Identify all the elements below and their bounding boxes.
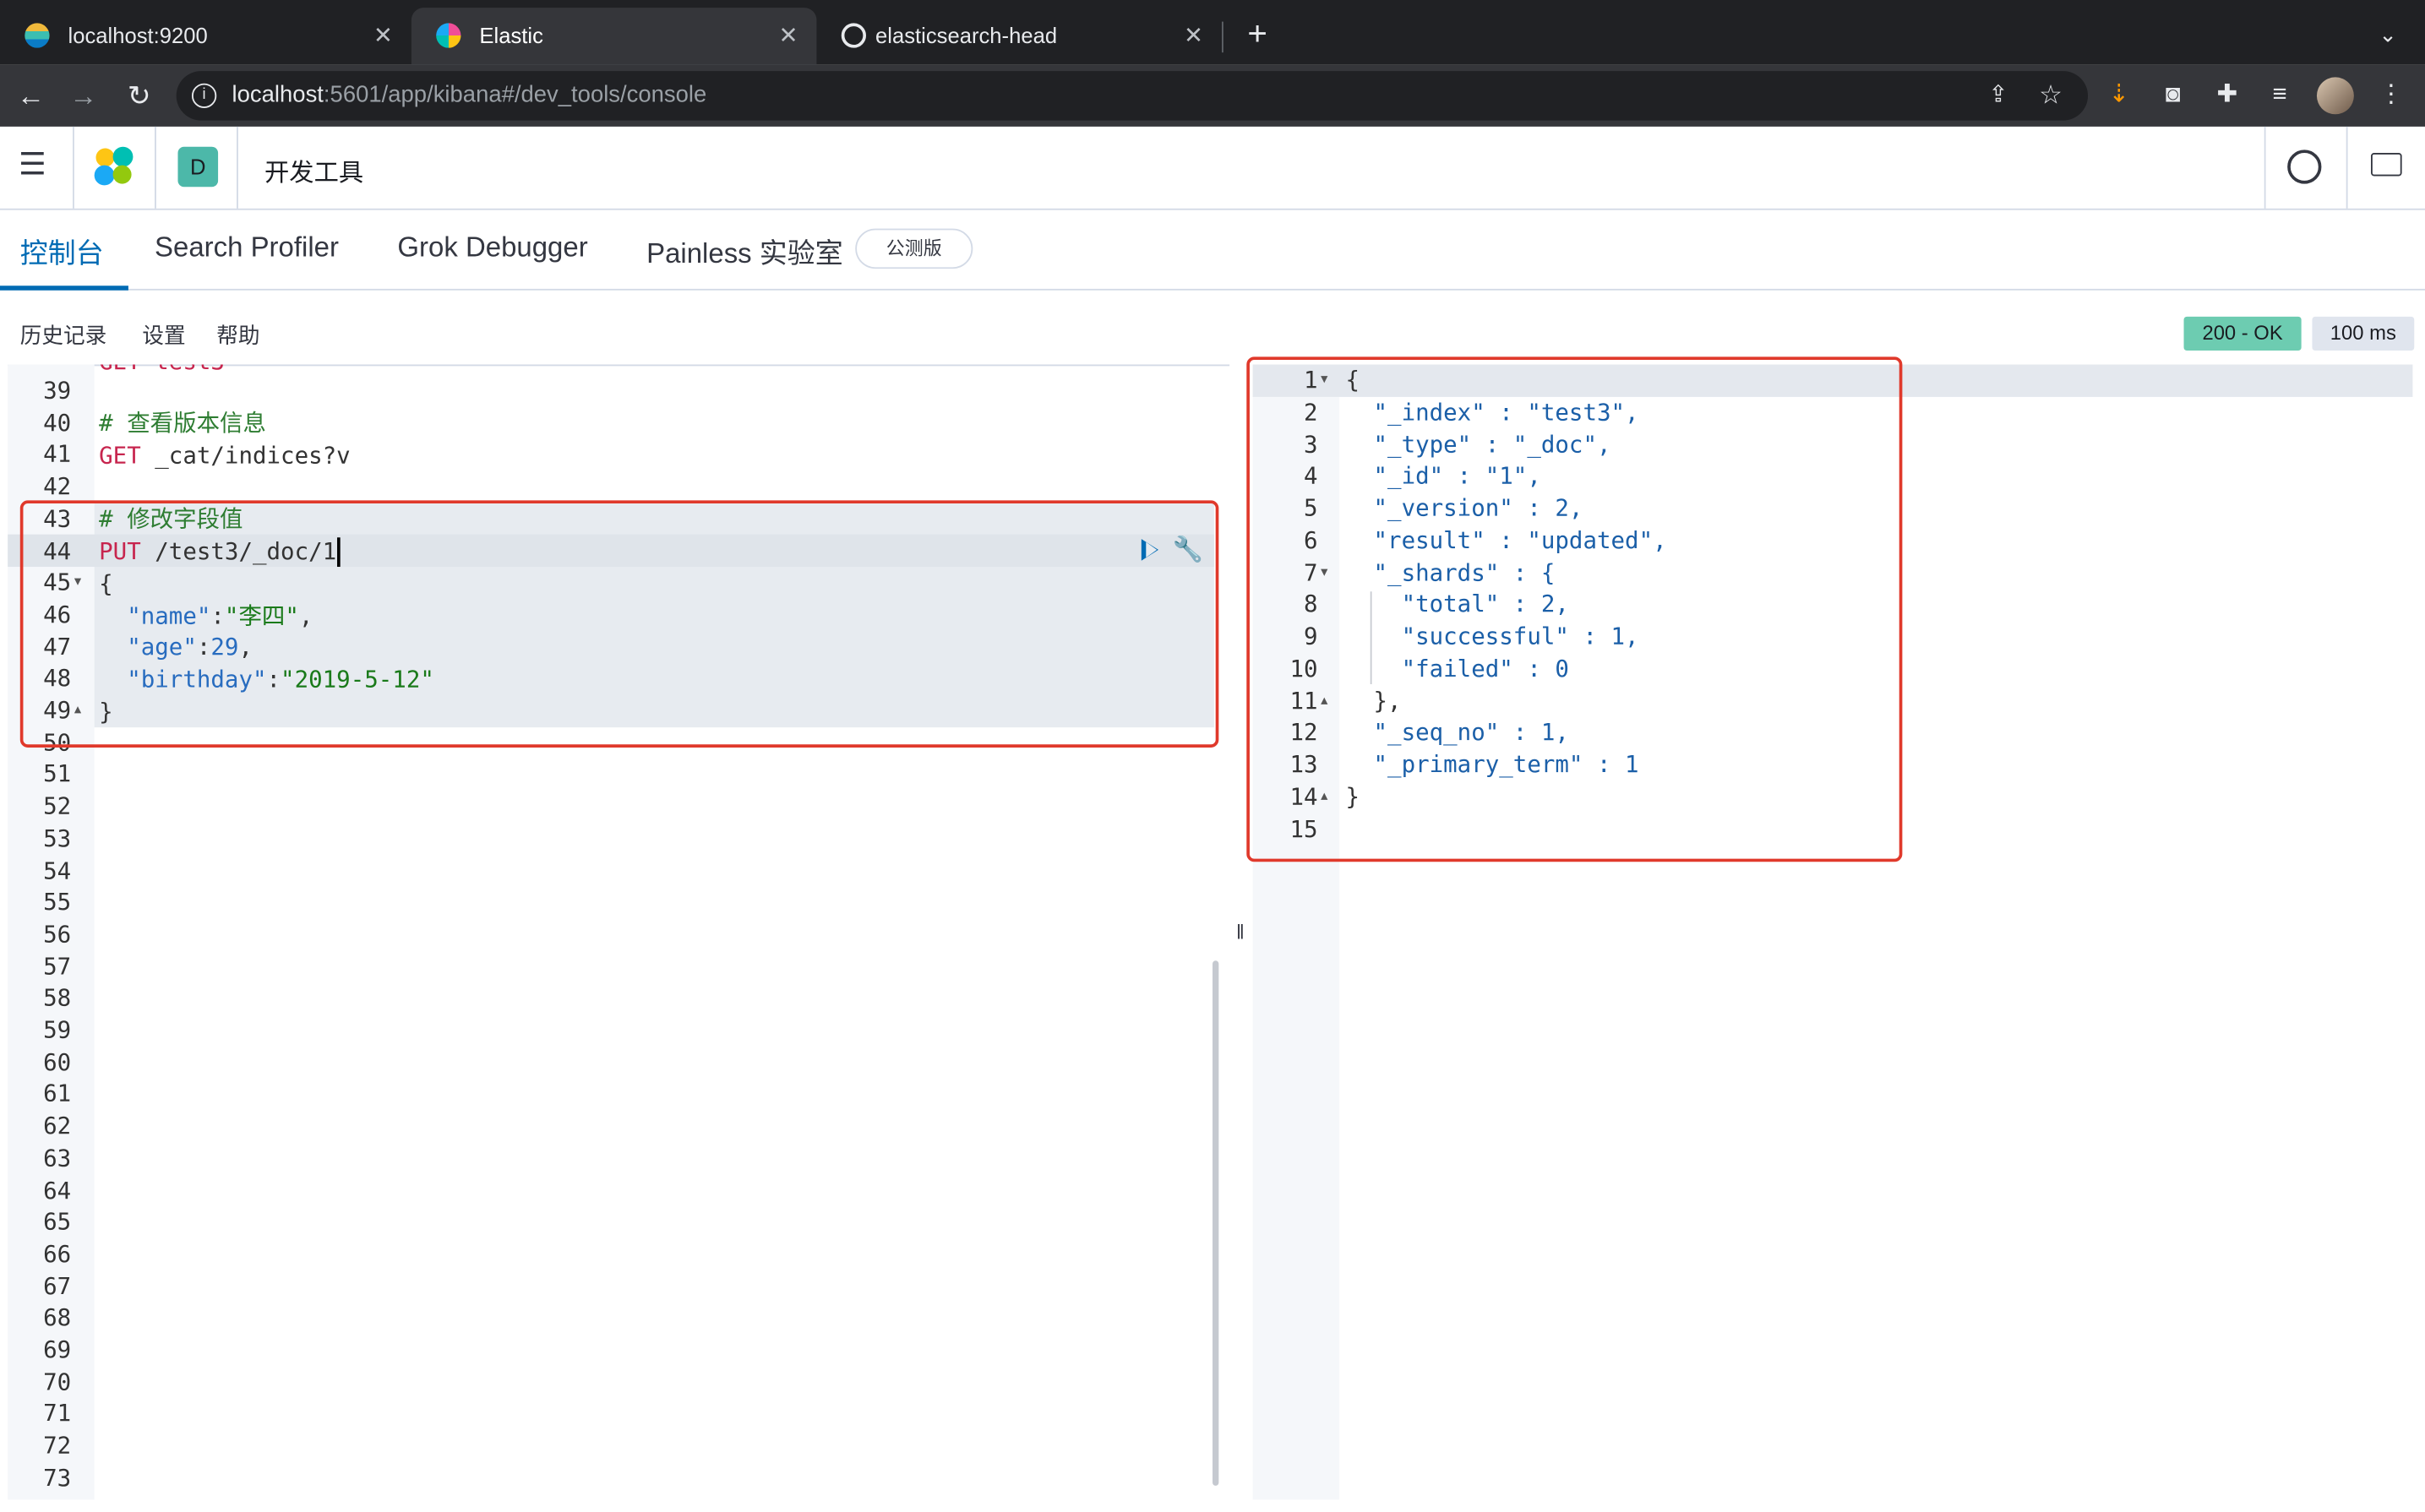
reader-extension-icon[interactable]: ◙ [2151,74,2194,117]
header-divider [155,126,156,209]
newsfeed-mail-icon[interactable] [2371,153,2402,177]
site-info-icon[interactable]: i [191,83,217,108]
forward-arrow-icon[interactable]: → [62,74,105,117]
extensions-puzzle-icon[interactable]: ✚ [2205,74,2248,117]
browser-toolbar: ← → ↻ i localhost:5601/app/kibana#/dev_t… [0,64,2425,127]
line-number: 56 [43,920,72,949]
tab-title: Elastic [479,23,543,48]
line-number: 73 [43,1463,72,1492]
new-tab-plus-icon[interactable]: + [1237,13,1278,56]
elasticsearch-favicon-icon [25,23,50,48]
hamburger-menu-icon[interactable]: ☰ [19,150,50,181]
tab-painless-lab[interactable]: Painless 实验室 [646,231,843,272]
line-number: 62 [43,1112,72,1140]
status-ok-badge: 200 - OK [2183,316,2302,351]
request-annotation-box [19,500,1219,748]
share-icon[interactable]: ⇪ [1976,74,2019,117]
close-tab-icon[interactable]: ✕ [373,8,393,65]
line-number: 71 [43,1400,72,1428]
line-number: 66 [43,1240,72,1268]
browser-tab-elastic[interactable]: Elastic ✕ [411,8,817,65]
header-divider [2264,126,2266,209]
breadcrumb-app-title: 开发工具 [264,160,364,188]
header-divider [73,126,74,209]
line-number: 59 [43,1016,72,1044]
screen: localhost:9200 ✕ Elastic ✕ elasticsearch… [0,0,2425,1512]
response-annotation-box [1246,356,1903,862]
beta-badge: 公测版 [855,228,973,269]
http-method: GET [99,441,141,470]
tab-title: localhost:9200 [68,23,208,48]
line-number: 51 [43,760,72,789]
clipped-previous-line: GET test3 [99,347,225,376]
url-host: localhost [232,81,324,108]
space-avatar[interactable]: D [177,146,219,188]
bookmark-star-icon[interactable]: ☆ [2029,74,2072,117]
close-tab-icon[interactable]: ✕ [1184,8,1203,65]
kibana-header: ☰ D 开发工具 [0,126,2425,210]
header-divider [2346,126,2348,209]
kibana-favicon-icon [436,23,461,48]
line-number: 60 [43,1047,72,1076]
settings-menu-link[interactable]: 设置 [142,319,185,351]
line-number: 65 [43,1208,72,1237]
globe-icon [841,23,867,48]
back-arrow-icon[interactable]: ← [9,74,52,117]
active-tab-indicator [0,286,128,291]
line-number: 63 [43,1144,72,1172]
media-control-icon[interactable]: ≡ [2258,74,2301,117]
tab-divider [1222,21,1223,53]
line-number: 64 [43,1176,72,1205]
tab-grok-debugger[interactable]: Grok Debugger [397,231,587,264]
tab-console[interactable]: 控制台 [20,231,104,272]
browser-tab-elasticsearch-head[interactable]: elasticsearch-head ✕ [816,8,1222,65]
request-path: _cat/indices?v [140,441,351,470]
line-number: 58 [43,984,72,1013]
line-number: 40 [43,408,72,437]
url-path: :5601/app/kibana#/dev_tools/console [323,81,707,108]
line-number: 72 [43,1432,72,1460]
panel-resize-handle[interactable]: ‖ [1234,921,1247,945]
line-number: 68 [43,1303,72,1332]
comment-line-40[interactable]: # 查看版本信息 [99,408,266,440]
history-menu-link[interactable]: 历史记录 [20,319,107,351]
tab-search-chevron-icon[interactable]: ⌄ [2369,13,2406,56]
address-bar[interactable]: i localhost:5601/app/kibana#/dev_tools/c… [176,71,2089,121]
close-tab-icon[interactable]: ✕ [778,8,798,65]
line-number: 70 [43,1368,72,1396]
tab-search-profiler[interactable]: Search Profiler [155,231,339,264]
line-number: 57 [43,952,72,981]
help-lifebuoy-icon[interactable] [2287,150,2322,184]
request-line-41[interactable]: GET _cat/indices?v [99,440,351,472]
browser-tab-localhost-9200[interactable]: localhost:9200 ✕ [0,8,411,65]
line-number: 52 [43,792,72,821]
browser-tab-strip: localhost:9200 ✕ Elastic ✕ elasticsearch… [0,0,2425,65]
line-number: 53 [43,824,72,852]
tab-title: elasticsearch-head [875,23,1058,48]
header-divider [237,126,238,209]
line-number: 55 [43,888,72,916]
line-number: 61 [43,1080,72,1108]
line-number: 42 [43,472,72,501]
amazon-extension-icon[interactable]: ⇣ [2097,74,2140,117]
url-text: localhost:5601/app/kibana#/dev_tools/con… [232,71,707,121]
devtools-tabs: 控制台 Search Profiler Grok Debugger Painle… [0,210,2425,291]
reload-icon[interactable]: ↻ [117,74,161,117]
line-number: 39 [43,377,72,405]
line-number: 54 [43,856,72,884]
request-scrollbar[interactable] [1212,960,1219,1486]
line-number: 67 [43,1271,72,1300]
help-menu-link[interactable]: 帮助 [216,319,259,351]
elastic-logo-icon[interactable] [93,145,136,188]
line-number: 41 [43,440,72,469]
request-time-badge: 100 ms [2312,316,2415,351]
browser-menu-icon[interactable]: ⋮ [2369,74,2412,117]
line-number: 69 [43,1335,72,1364]
profile-avatar[interactable] [2316,77,2354,115]
